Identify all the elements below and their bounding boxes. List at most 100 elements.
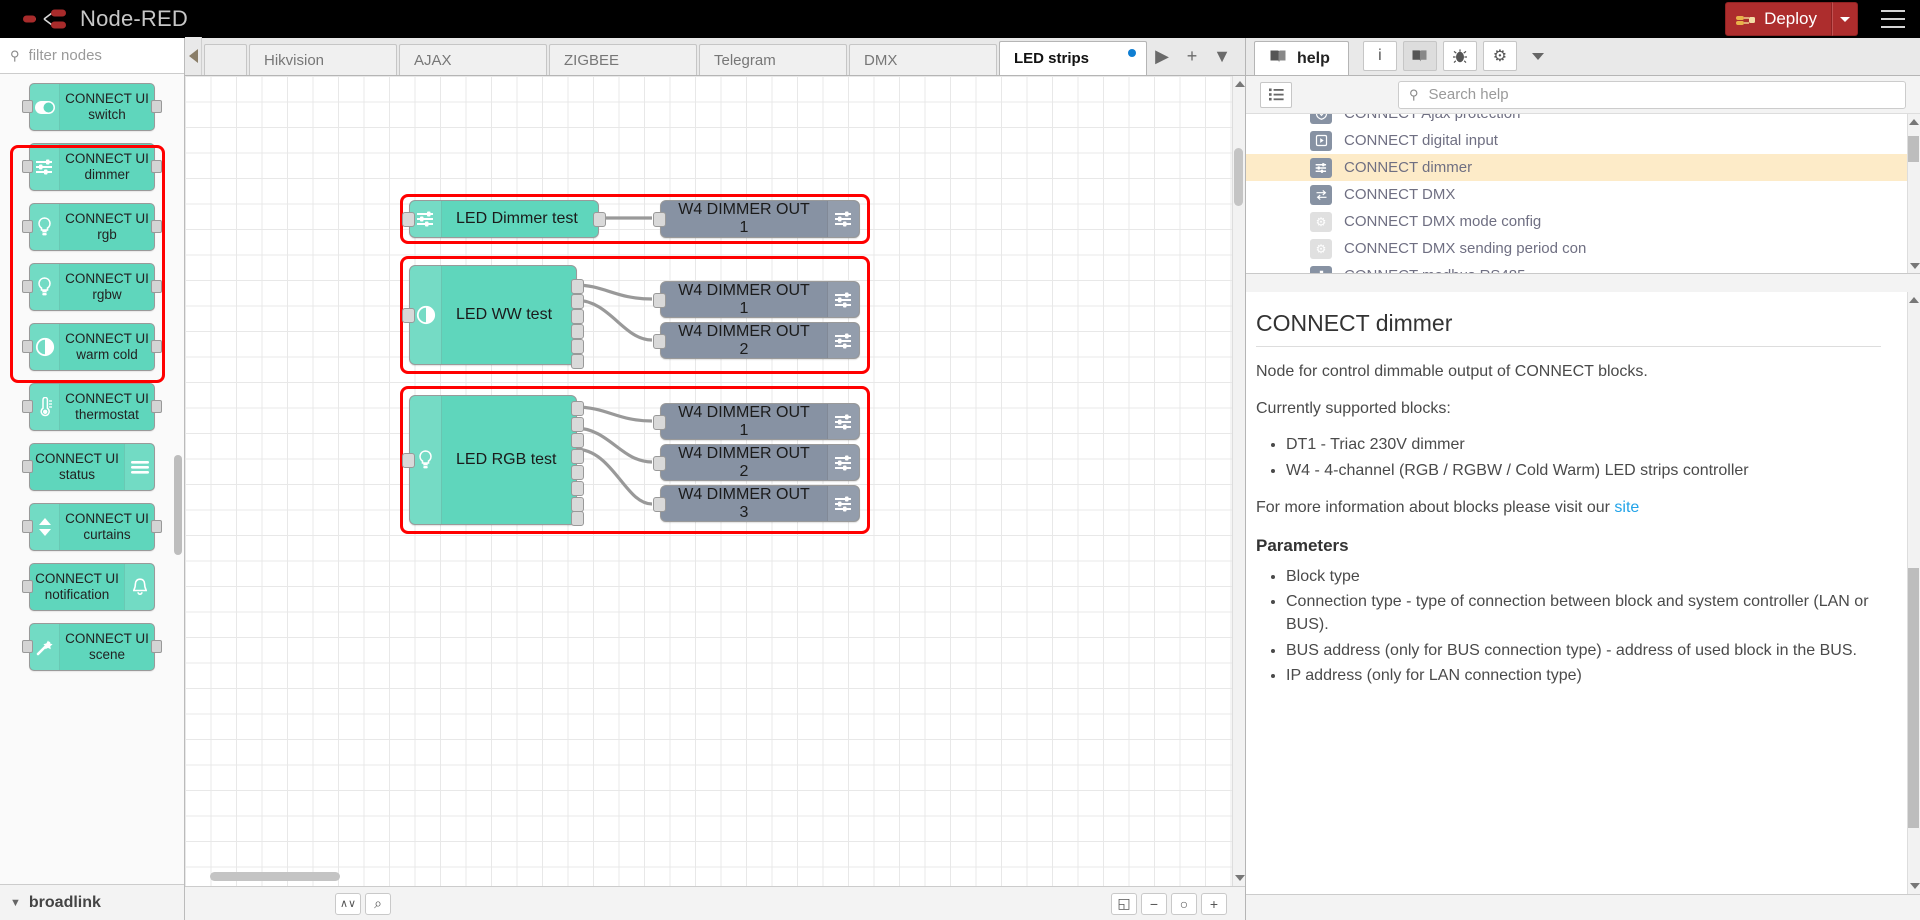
scroll-down-icon[interactable] — [1908, 878, 1920, 894]
tab-hikvision[interactable]: Hikvision — [249, 44, 397, 75]
palette-node-status[interactable]: CONNECT UI status — [22, 443, 155, 491]
node-input-port[interactable] — [653, 334, 666, 349]
scroll-right-icon[interactable]: ▶ — [1147, 37, 1177, 75]
node-output-port[interactable] — [151, 640, 162, 653]
flow-node-w4-dimmer-out-1-b[interactable]: W4 DIMMER OUT 1 — [653, 281, 860, 318]
node-input-port[interactable] — [653, 293, 666, 308]
node-input-port[interactable] — [22, 580, 33, 593]
node-output-port[interactable] — [571, 294, 584, 309]
help-node-list[interactable]: CONNECT Ajax protection CONNECT digital … — [1246, 114, 1920, 274]
node-output-port[interactable] — [571, 401, 584, 416]
node-output-port[interactable] — [151, 220, 162, 233]
help-body-scroll-thumb[interactable] — [1908, 568, 1919, 828]
node-input-port[interactable] — [653, 456, 666, 471]
scroll-up-icon[interactable] — [1908, 292, 1920, 308]
palette-node-switch[interactable]: CONNECT UI switch — [22, 83, 162, 131]
flow-node-w4-dimmer-out-2-c[interactable]: W4 DIMMER OUT 2 — [653, 444, 860, 481]
help-search-input[interactable] — [1426, 85, 1895, 104]
node-output-port[interactable] — [571, 465, 584, 480]
node-output-port[interactable] — [571, 354, 584, 369]
scroll-up-icon[interactable] — [1233, 76, 1245, 92]
flow-node-w4-dimmer-out-2-b[interactable]: W4 DIMMER OUT 2 — [653, 322, 860, 359]
tab-ajax[interactable]: AJAX — [399, 44, 547, 75]
zoom-out-icon[interactable]: − — [1141, 892, 1167, 915]
gear-icon[interactable]: ⚙ — [1482, 41, 1517, 71]
node-input-port[interactable] — [22, 340, 33, 353]
add-tab-icon[interactable]: + — [1177, 37, 1207, 75]
help-node-row-dimmer[interactable]: CONNECT dimmer — [1246, 154, 1920, 181]
node-input-port[interactable] — [22, 460, 33, 473]
list-view-icon[interactable] — [1260, 81, 1292, 108]
help-list-scrollbar[interactable] — [1907, 114, 1920, 273]
node-input-port[interactable] — [402, 308, 415, 323]
node-input-port[interactable] — [653, 415, 666, 430]
palette-node-thermostat[interactable]: CONNECT UI thermostat — [22, 383, 162, 431]
main-menu-button[interactable] — [1866, 0, 1920, 38]
canvas-horizontal-scroll-thumb[interactable] — [210, 872, 340, 881]
help-search-bar[interactable]: ⚲ — [1398, 80, 1906, 109]
node-output-port[interactable] — [151, 100, 162, 113]
navigator-icon[interactable]: ◱ — [1111, 892, 1137, 915]
scroll-up-icon[interactable] — [1908, 114, 1920, 130]
palette-node-curtains[interactable]: CONNECT UI curtains — [22, 503, 162, 551]
palette-node-warm-cold[interactable]: CONNECT UI warm cold — [22, 323, 162, 371]
flow-node-led-ww-test[interactable]: LED WW test — [402, 265, 584, 369]
tab-led-strips[interactable]: LED strips — [999, 41, 1147, 75]
scroll-down-icon[interactable] — [1908, 258, 1920, 273]
node-output-port[interactable] — [571, 481, 584, 496]
tab-telegram[interactable]: Telegram — [699, 44, 847, 75]
scroll-down-icon[interactable] — [1233, 870, 1245, 886]
node-input-port[interactable] — [22, 100, 33, 113]
node-output-port[interactable] — [571, 309, 584, 324]
help-body-scrollbar[interactable] — [1907, 292, 1920, 894]
debug-icon[interactable] — [1442, 41, 1477, 71]
search-flows-icon[interactable]: ⌕ — [365, 892, 391, 915]
flow-node-w4-dimmer-out-1-a[interactable]: W4 DIMMER OUT 1 — [653, 200, 860, 238]
flow-node-w4-dimmer-out-1-c[interactable]: W4 DIMMER OUT 1 — [653, 403, 860, 440]
node-output-port[interactable] — [593, 212, 606, 227]
zoom-in-icon[interactable]: + — [1201, 892, 1227, 915]
node-output-port[interactable] — [571, 339, 584, 354]
tab-menu-icon[interactable]: ▼ — [1207, 37, 1237, 75]
node-input-port[interactable] — [402, 453, 415, 468]
node-output-port[interactable] — [571, 449, 584, 464]
palette-scrollbar-thumb[interactable] — [174, 455, 182, 555]
node-input-port[interactable] — [653, 497, 666, 512]
palette-node-scene[interactable]: CONNECT UI scene — [22, 623, 162, 671]
flow-node-w4-dimmer-out-3-c[interactable]: W4 DIMMER OUT 3 — [653, 485, 860, 522]
canvas-vertical-scroll-thumb[interactable] — [1234, 148, 1243, 206]
flow-canvas[interactable]: LED Dimmer test W4 DIMMER OUT 1 LED WW t… — [185, 76, 1245, 920]
node-input-port[interactable] — [22, 220, 33, 233]
node-output-port[interactable] — [571, 433, 584, 448]
node-input-port[interactable] — [22, 520, 33, 533]
node-input-port[interactable] — [22, 160, 33, 173]
filter-nodes-input[interactable] — [26, 46, 167, 65]
node-output-port[interactable] — [571, 324, 584, 339]
palette-node-rgb[interactable]: CONNECT UI rgb — [22, 203, 162, 251]
node-output-port[interactable] — [571, 279, 584, 294]
palette-search-bar[interactable]: ⚲ — [0, 38, 184, 74]
node-input-port[interactable] — [22, 400, 33, 413]
collapse-all-icon[interactable]: ∧∨ — [335, 892, 361, 915]
node-input-port[interactable] — [22, 640, 33, 653]
help-node-row-dmx-sending-period-config[interactable]: ⚙ CONNECT DMX sending period con — [1246, 235, 1920, 262]
flow-node-led-rgb-test[interactable]: LED RGB test — [402, 395, 584, 526]
node-output-port[interactable] — [151, 520, 162, 533]
palette-node-list[interactable]: CONNECT UI switch CONNECT UI dimmer CONN… — [0, 75, 184, 884]
node-input-port[interactable] — [653, 212, 666, 227]
palette-node-rgbw[interactable]: CONNECT UI rgbw — [22, 263, 162, 311]
help-list-scroll-thumb[interactable] — [1908, 136, 1919, 162]
help-site-link[interactable]: site — [1614, 499, 1639, 516]
info-icon[interactable]: i — [1362, 41, 1397, 71]
scroll-left-icon[interactable] — [185, 37, 203, 75]
sidebar-tab-help[interactable]: help — [1254, 41, 1349, 75]
palette-category-broadlink[interactable]: ▼ broadlink — [0, 884, 184, 920]
node-output-port[interactable] — [151, 400, 162, 413]
node-output-port[interactable] — [151, 340, 162, 353]
help-node-row-digital-input[interactable]: CONNECT digital input — [1246, 127, 1920, 154]
node-input-port[interactable] — [402, 212, 415, 227]
help-node-row-dmx[interactable]: CONNECT DMX — [1246, 181, 1920, 208]
node-output-port[interactable] — [571, 417, 584, 432]
palette-node-dimmer[interactable]: CONNECT UI dimmer — [22, 143, 162, 191]
deploy-button[interactable]: Deploy — [1725, 2, 1832, 36]
